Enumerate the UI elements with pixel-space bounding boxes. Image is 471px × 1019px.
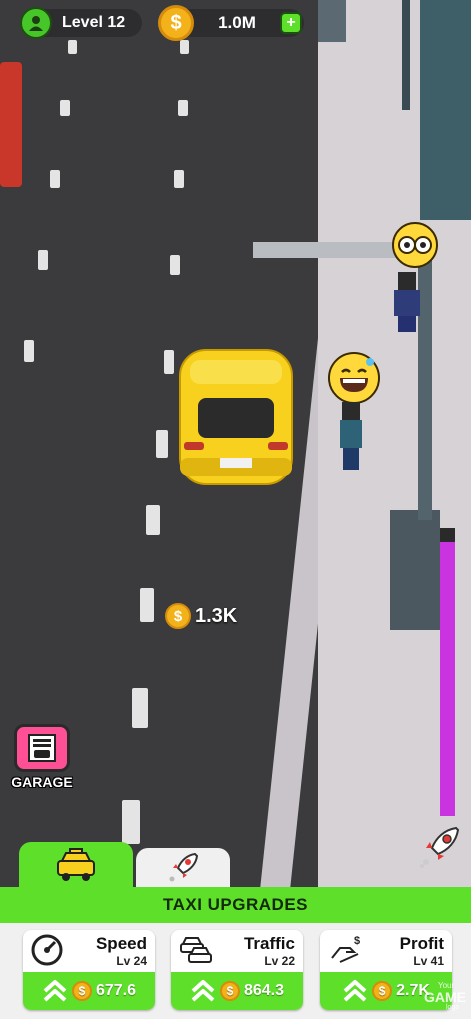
game-logo-watermark: Your GAME logo: [424, 982, 468, 1012]
watermark-line3: logo: [446, 1004, 460, 1011]
lane-dash: [68, 40, 77, 54]
parked-car: [0, 62, 22, 187]
pedestrian: [390, 272, 424, 334]
bus-stop-block: [390, 510, 440, 630]
lane-dash: [174, 170, 184, 188]
coin-icon: $: [372, 981, 393, 1001]
lane-dash: [24, 340, 34, 362]
coin-balance: $ 1.0M +: [158, 5, 304, 41]
upgrade-level: Lv 22: [264, 954, 295, 968]
speedometer-icon: [31, 934, 63, 966]
upgrade-speed-button[interactable]: $ 677.6: [23, 972, 155, 1010]
upgrade-level: Lv 41: [413, 954, 444, 968]
upgrade-title: Traffic: [243, 934, 295, 953]
garage-label: GARAGE: [11, 774, 73, 790]
level-badge: Level 12: [20, 7, 142, 39]
double-chevron-up-icon: [191, 980, 215, 1002]
lane-dash: [170, 255, 180, 275]
boost-meter: [440, 528, 455, 816]
rocket-boost-button[interactable]: [414, 820, 466, 872]
reward-amount: 1.3K: [195, 604, 238, 627]
upgrades-header: TAXI UPGRADES: [0, 887, 471, 923]
lane-dash: [60, 100, 70, 116]
lane-dash: [50, 170, 60, 188]
upgrade-traffic-button[interactable]: $ 864.3: [171, 972, 303, 1010]
add-coins-button[interactable]: +: [280, 12, 302, 34]
tab-taxi[interactable]: [19, 842, 133, 888]
upgrade-level: Lv 24: [116, 954, 147, 968]
lane-dash: [156, 430, 168, 458]
upgrade-title: Profit: [399, 934, 444, 953]
upgrade-cost: 677.6: [95, 982, 137, 999]
taxi-car: [176, 346, 296, 488]
lane-dash: [146, 505, 160, 535]
taxi-icon: [57, 848, 95, 881]
floating-reward: $ 1.3K: [165, 603, 237, 629]
watermark-line2: GAME: [424, 989, 466, 1005]
surprised-emoji-icon: [392, 222, 438, 268]
coin-icon: $: [71, 981, 92, 1001]
tab-boost[interactable]: [136, 848, 230, 888]
building: [420, 0, 471, 220]
building-pillar: [318, 0, 346, 42]
boost-meter-fill: [440, 542, 455, 816]
level-label: Level 12: [62, 14, 126, 31]
svg-text:$: $: [354, 935, 360, 947]
garage-icon: [14, 724, 70, 772]
lane-dash: [180, 40, 189, 54]
lane-dash: [164, 350, 174, 374]
traffic-cars-icon: [180, 937, 212, 963]
upgrade-card-traffic: Traffic Lv 22 $ 864.3: [171, 930, 303, 1010]
coin-amount: 1.0M: [218, 13, 256, 32]
rocket-icon: [169, 852, 199, 882]
laughing-emoji-icon: [328, 352, 380, 404]
coin-icon: $: [165, 603, 191, 629]
pole: [402, 0, 410, 110]
lane-dash: [132, 688, 148, 728]
double-chevron-up-icon: [343, 980, 367, 1002]
upgrade-card-speed: Speed Lv 24 $ 677.6: [23, 930, 155, 1010]
lane-dash: [38, 250, 48, 270]
lane-dash: [122, 800, 140, 844]
garage-button[interactable]: GARAGE: [8, 724, 76, 790]
money-hand-icon: $: [331, 935, 360, 963]
pedestrian: [338, 402, 364, 472]
upgrade-title: Speed: [95, 934, 147, 953]
lane-dash: [140, 588, 154, 622]
profile-icon[interactable]: [20, 7, 52, 39]
coin-icon: $: [219, 981, 240, 1001]
upgrade-cost: 864.3: [243, 982, 285, 999]
lane-dash: [178, 100, 188, 116]
coin-icon: $: [158, 5, 194, 41]
double-chevron-up-icon: [43, 980, 67, 1002]
